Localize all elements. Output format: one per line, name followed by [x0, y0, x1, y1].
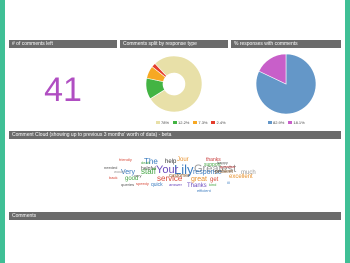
with-comments-legend-item-0: 82.9%: [268, 120, 284, 125]
response-type-panel: Comments split by response type 78% 12.2%…: [120, 40, 228, 126]
with-comments-legend-item-1: 18.1%: [288, 120, 305, 125]
cloud-word[interactable]: back: [109, 176, 117, 180]
comment-cloud-header: Comment Cloud (showing up to previous 3 …: [9, 131, 341, 139]
cloud-word[interactable]: ill: [227, 181, 230, 185]
cloud-word[interactable]: much: [241, 170, 256, 176]
response-type-legend-item-1: 12.2%: [173, 120, 189, 125]
response-type-legend-item-3: 2.4%: [211, 120, 226, 125]
with-comments-pie-chart: [255, 53, 317, 115]
with-comments-legend: 82.9% 18.1%: [268, 120, 305, 125]
cloud-word[interactable]: quick: [151, 183, 163, 188]
cloud-word[interactable]: answer: [169, 183, 182, 187]
response-type-header: Comments split by response type: [120, 40, 228, 48]
with-comments-legend-swatch: [288, 121, 293, 125]
left-border: [0, 0, 5, 263]
with-comments-legend-label: 82.9%: [273, 120, 285, 125]
response-type-legend-label: 7.3%: [198, 120, 208, 125]
response-type-legend-item-0: 78%: [156, 120, 169, 125]
response-type-legend-label: 78%: [161, 120, 170, 125]
response-type-legend: 78% 12.2% 7.3% 2.4%: [156, 120, 226, 125]
cloud-word[interactable]: great: [191, 176, 207, 183]
cloud-word[interactable]: queries: [121, 183, 134, 187]
cloud-word[interactable]: friendly: [119, 158, 132, 162]
cloud-word[interactable]: question: [220, 165, 235, 169]
with-comments-panel: % responses with comments 82.9% 18.1%: [231, 40, 341, 126]
dashboard: # of comments left 41 Comments split by …: [0, 0, 350, 263]
cloud-word[interactable]: very: [134, 174, 142, 178]
with-comments-legend-label: 18.1%: [293, 120, 305, 125]
with-comments-header: % responses with comments: [231, 40, 341, 48]
comments-left-panel: # of comments left 41: [9, 40, 117, 126]
cloud-word[interactable]: staff: [141, 168, 156, 176]
word-cloud: The help Jour thanks Lily Your Greatest great re…: [9, 139, 341, 209]
comments-left-value: 41: [44, 71, 82, 109]
response-type-donut-chart: [145, 55, 203, 113]
response-type-legend-swatch: [156, 121, 160, 125]
cloud-word[interactable]: speedy: [136, 182, 149, 186]
response-type-legend-label: 2.4%: [216, 120, 226, 125]
cloud-word[interactable]: happy: [217, 161, 228, 165]
cloud-word[interactable]: kind: [209, 183, 216, 187]
response-type-legend-swatch: [193, 121, 198, 125]
response-type-legend-item-2: 7.3%: [193, 120, 207, 125]
comments-left-header: # of comments left: [9, 40, 117, 48]
response-type-legend-swatch: [211, 121, 216, 125]
right-border: [345, 0, 350, 263]
comments-header: Comments: [9, 212, 341, 220]
comment-cloud-panel: Comment Cloud (showing up to previous 3 …: [9, 131, 341, 209]
cloud-word[interactable]: dealt: [141, 161, 150, 165]
cloud-word[interactable]: customer: [169, 174, 190, 179]
comments-panel: Comments: [9, 212, 341, 224]
response-type-legend-swatch: [173, 121, 178, 125]
response-type-legend-label: 12.2%: [178, 120, 190, 125]
with-comments-legend-swatch: [268, 121, 272, 125]
cloud-word[interactable]: efficient: [197, 189, 211, 193]
cloud-word[interactable]: would: [114, 170, 124, 174]
